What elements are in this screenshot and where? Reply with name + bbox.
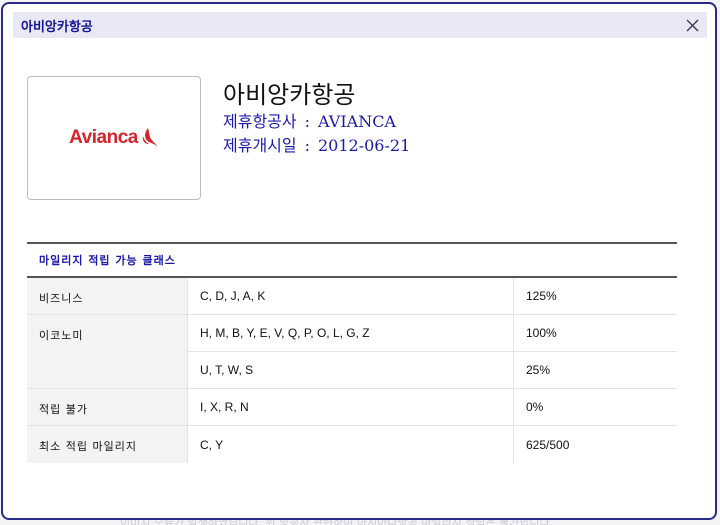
row-label-minimum: 최소 적립 마일리지 [27,426,187,463]
row-rate-economy-discount: 25% [513,352,677,389]
mileage-class-table: 마일리지 적립 가능 클래스 비즈니스 C, D, J, A, K 125% 이… [27,242,677,463]
partner-value: AVIANCA [318,112,396,131]
row-label-no-accrual: 적립 불가 [27,389,187,426]
row-codes-economy-discount: U, T, W, S [187,352,513,389]
start-date-value: 2012-06-21 [318,136,411,155]
row-codes-business: C, D, J, A, K [187,278,513,315]
airline-logo: Avianca [69,127,159,149]
row-label-economy: 이코노미 [27,315,187,389]
row-codes-economy: H, M, B, Y, E, V, Q, P, O, L, G, Z [187,315,513,352]
table-heading: 마일리지 적립 가능 클래스 [27,242,677,278]
airline-dialog: 아비앙카항공 Avianca 아비앙카항공 제휴항공사: AVIANCA 제휴개시… [1,2,717,520]
row-rate-no-accrual: 0% [513,389,677,426]
close-button[interactable] [683,16,701,34]
row-rate-economy: 100% [513,315,677,352]
start-date-row: 제휴개시일:2012-06-21 [223,134,410,158]
airline-logo-box: Avianca [27,76,201,200]
start-date-label: 제휴개시일 [223,136,297,155]
row-rate-business: 125% [513,278,677,315]
avianca-bird-icon [142,128,158,147]
airline-name: 아비앙카항공 [223,81,356,109]
table-rows: 비즈니스 C, D, J, A, K 125% 이코노미 H, M, B, Y,… [27,278,677,463]
row-label-business: 비즈니스 [27,278,187,315]
row-rate-minimum: 625/500 [513,426,677,463]
airline-logo-text: Avianca [69,127,138,148]
row-codes-no-accrual: I, X, R, N [187,389,513,426]
dialog-title: 아비앙카항공 [21,19,93,35]
partner-row: 제휴항공사: AVIANCA [223,110,410,134]
partner-separator: : [304,112,310,131]
start-date-separator: : [304,136,310,155]
partner-label: 제휴항공사 [223,112,297,131]
airline-info: 아비앙카항공 제휴항공사: AVIANCA 제휴개시일:2012-06-21 [223,80,410,158]
close-icon [686,19,698,31]
row-codes-minimum: C, Y [187,426,513,463]
dialog-titlebar: 아비앙카항공 [13,12,707,38]
